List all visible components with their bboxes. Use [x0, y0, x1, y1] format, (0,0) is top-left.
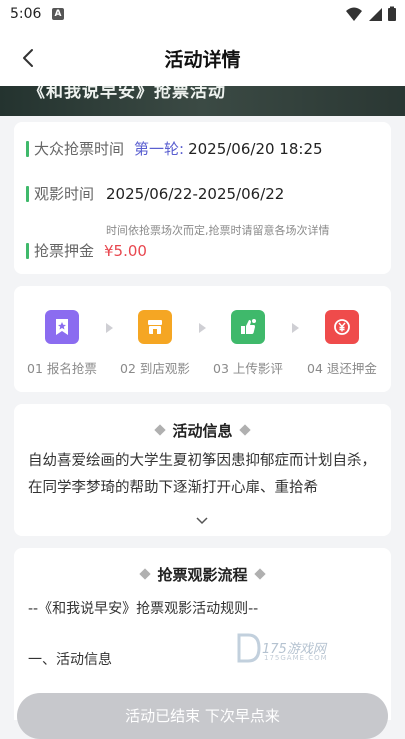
diamond-icon: [238, 423, 251, 436]
thumbs-up-icon: [231, 310, 265, 344]
rules-title: --《和我说早安》抢票观影活动规则--: [28, 601, 259, 617]
step-label: 01 报名抢票: [27, 361, 97, 376]
view-time-note: 时间依抢票场次而定,抢票时请留意各场次详情: [106, 224, 330, 237]
step-refund: 04 退还押金: [302, 310, 382, 377]
step-label: 04 退还押金: [307, 361, 377, 376]
activity-info-card: 活动信息 自幼喜爱绘画的大学生夏初筝因患抑郁症而计划自杀，在同学李梦琦的帮助下逐…: [14, 404, 391, 536]
notification-icon: A: [52, 8, 64, 20]
round-label: 第一轮:: [134, 140, 185, 158]
steps-card: 01 报名抢票 02 到店观影 03 上传影评 04 退还押金: [14, 286, 391, 392]
deposit-row: 抢票押金 ¥5.00: [26, 240, 147, 261]
accent-bar: [26, 185, 29, 202]
signal-icon: [369, 8, 382, 21]
step-arrow-icon: [199, 323, 206, 333]
view-time-label: 观影时间: [34, 185, 95, 203]
diamond-icon: [154, 423, 167, 436]
grab-time-label: 大众抢票时间: [34, 140, 125, 158]
deposit-value: ¥5.00: [104, 241, 147, 260]
diamond-icon: [139, 567, 152, 580]
status-bar: 5:06 A: [0, 0, 405, 30]
watermark-d-icon: [237, 633, 261, 663]
step-register: 01 报名抢票: [22, 310, 102, 377]
shop-icon: [138, 310, 172, 344]
page-title: 活动详情: [164, 49, 241, 71]
activity-info-heading: 活动信息: [14, 420, 391, 441]
status-icons: [345, 6, 397, 22]
chevron-down-icon: [196, 517, 208, 525]
activity-info-title: 活动信息: [172, 422, 233, 440]
battery-icon: [388, 6, 396, 21]
step-arrow-icon: [292, 323, 299, 333]
content-scroll[interactable]: 大众抢票时间 第一轮: 2025/06/20 18:25 观影时间 2025/0…: [0, 108, 405, 720]
app-header: 活动详情: [0, 30, 405, 86]
grab-time-row: 大众抢票时间 第一轮: 2025/06/20 18:25: [26, 138, 323, 159]
activity-description: 自幼喜爱绘画的大学生夏初筝因患抑郁症而计划自杀，在同学李梦琦的帮助下逐渐打开心扉…: [28, 453, 376, 496]
deposit-label: 抢票押金: [34, 242, 95, 260]
yuan-refund-icon: [325, 310, 359, 344]
view-time-value: 2025/06/22-2025/06/22: [106, 184, 285, 203]
watermark-logo: 175游戏网 175GAME.COM: [236, 632, 366, 666]
process-title: 抢票观影流程: [157, 566, 248, 584]
step-label: 03 上传影评: [213, 361, 283, 376]
step-visit: 02 到店观影: [115, 310, 195, 377]
process-heading: 抢票观影流程: [14, 564, 391, 585]
step-arrow-icon: [106, 323, 113, 333]
banner-title: 《和我说早安》抢票活动: [28, 86, 226, 102]
activity-time-card: 大众抢票时间 第一轮: 2025/06/20 18:25 观影时间 2025/0…: [14, 122, 391, 274]
accent-bar: [26, 140, 29, 157]
step-review: 03 上传影评: [208, 310, 288, 377]
grab-time-value: 2025/06/20 18:25: [188, 139, 323, 158]
expand-button[interactable]: [196, 510, 208, 529]
accent-bar: [26, 242, 29, 259]
watermark-sub: 175GAME.COM: [264, 654, 328, 662]
view-time-row: 观影时间 2025/06/22-2025/06/22: [26, 183, 284, 204]
diamond-icon: [253, 567, 266, 580]
status-time: 5:06: [10, 6, 42, 22]
bookmark-star-icon: [45, 310, 79, 344]
activity-ended-button[interactable]: 活动已结束 下次早点来: [17, 693, 388, 739]
step-label: 02 到店观影: [120, 361, 190, 376]
wifi-icon: [346, 7, 362, 21]
rules-section-1: 一、活动信息: [28, 652, 112, 668]
